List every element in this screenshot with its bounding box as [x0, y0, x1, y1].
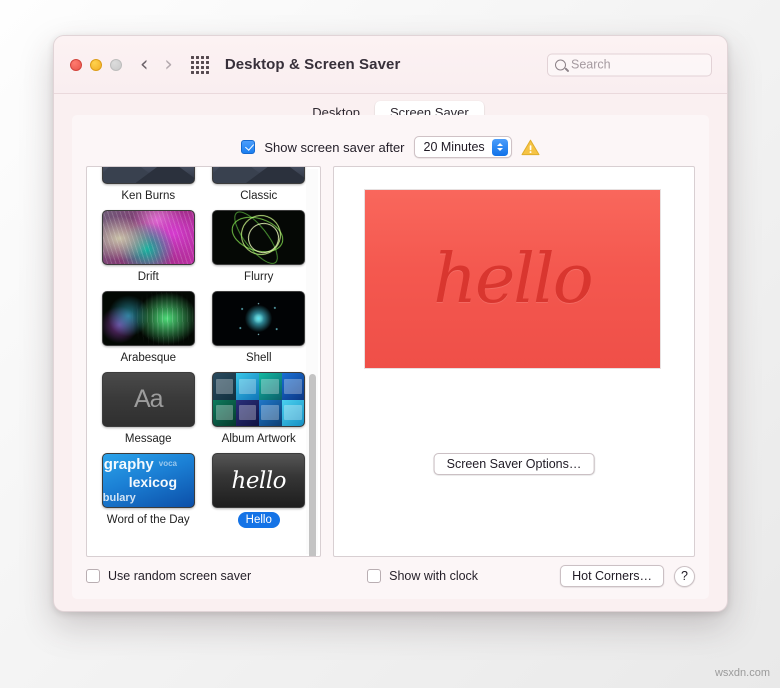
idle-time-value: 20 Minutes	[424, 140, 485, 154]
word-art-4: voca	[159, 459, 177, 468]
screensaver-preview: hello	[364, 189, 661, 369]
screensaver-label: Shell	[238, 350, 280, 366]
use-random-screen-saver-row[interactable]: Use random screen saver	[86, 569, 251, 583]
screensaver-label: Arabesque	[112, 350, 184, 366]
word-art-3: bulary	[103, 492, 136, 504]
screensaver-thumbnail[interactable]	[212, 372, 305, 427]
search-field[interactable]: Search	[547, 53, 712, 76]
screensaver-label: Classic	[232, 188, 285, 204]
close-button[interactable]	[70, 59, 82, 71]
screensaver-grid: Ken Burns Classic Drift	[87, 166, 320, 534]
zoom-button[interactable]	[110, 59, 122, 71]
list-item[interactable]: Drift	[97, 210, 200, 285]
list-scrollbar[interactable]	[306, 169, 318, 554]
main-area: Ken Burns Classic Drift	[86, 166, 695, 557]
footer-buttons: Hot Corners… ?	[560, 565, 695, 587]
screen-saver-options-button[interactable]: Screen Saver Options…	[434, 453, 595, 475]
traffic-lights	[70, 59, 122, 71]
hot-corners-button[interactable]: Hot Corners…	[560, 565, 664, 587]
screensaver-label: Word of the Day	[99, 512, 198, 528]
show-screen-saver-row: Show screen saver after 20 Minutes	[72, 115, 709, 164]
window-titlebar: ‹ › Desktop & Screen Saver Search	[54, 36, 727, 94]
list-item[interactable]: Flurry	[208, 210, 311, 285]
word-art-2: lexicog	[129, 474, 177, 490]
preview-text: hello	[433, 240, 591, 319]
message-art-text: Aa	[134, 385, 163, 414]
screensaver-thumbnail[interactable]	[102, 166, 195, 184]
list-item[interactable]: Ken Burns	[97, 166, 200, 204]
screensaver-thumbnail[interactable]	[212, 291, 305, 346]
search-icon	[555, 59, 566, 70]
screensaver-thumbnail[interactable]: graphy lexicog bulary voca	[102, 453, 195, 508]
list-item[interactable]: graphy lexicog bulary voca Word of the D…	[97, 453, 200, 528]
content-panel: Show screen saver after 20 Minutes	[72, 115, 709, 599]
list-item[interactable]: Shell	[208, 291, 311, 366]
screensaver-thumbnail[interactable]	[212, 210, 305, 265]
minimize-button[interactable]	[90, 59, 102, 71]
screensaver-thumbnail[interactable]	[102, 291, 195, 346]
chevron-right-icon[interactable]: ›	[164, 54, 172, 75]
list-item[interactable]: Aa Message	[97, 372, 200, 447]
show-screen-saver-label: Show screen saver after	[264, 140, 404, 155]
footer-bar: Use random screen saver Show with clock …	[86, 559, 695, 593]
screensaver-label-selected: Hello	[238, 512, 280, 528]
stepper-updown-icon[interactable]	[492, 139, 508, 156]
hello-art-text: hello	[232, 468, 286, 494]
grid-apps-icon[interactable]	[191, 56, 209, 74]
list-item[interactable]: hello Hello	[208, 453, 311, 528]
list-item[interactable]: Arabesque	[97, 291, 200, 366]
watermark: wsxdn.com	[715, 667, 770, 679]
preferences-window: ‹ › Desktop & Screen Saver Search Deskto…	[53, 35, 728, 612]
show-with-clock-row[interactable]: Show with clock	[367, 569, 478, 583]
screensaver-label: Drift	[130, 269, 167, 285]
screensaver-thumbnail[interactable]	[102, 210, 195, 265]
list-item[interactable]: Album Artwork	[208, 372, 311, 447]
warning-triangle-icon	[521, 139, 540, 156]
show-screen-saver-checkbox[interactable]	[241, 140, 255, 154]
screensaver-label: Flurry	[236, 269, 281, 285]
word-art-1: graphy	[104, 456, 154, 473]
screensaver-label: Album Artwork	[214, 431, 304, 447]
use-random-screen-saver-checkbox[interactable]	[86, 569, 100, 583]
show-with-clock-label: Show with clock	[389, 569, 478, 583]
screensaver-list[interactable]: Ken Burns Classic Drift	[86, 166, 321, 557]
screensaver-thumbnail[interactable]: Aa	[102, 372, 195, 427]
idle-time-dropdown[interactable]: 20 Minutes	[414, 136, 512, 158]
screensaver-thumbnail[interactable]: hello	[212, 453, 305, 508]
show-with-clock-checkbox[interactable]	[367, 569, 381, 583]
screensaver-thumbnail[interactable]	[212, 166, 305, 184]
preview-pane: hello Screen Saver Options…	[333, 166, 695, 557]
screensaver-label: Message	[117, 431, 180, 447]
page-title: Desktop & Screen Saver	[225, 56, 401, 73]
help-button[interactable]: ?	[674, 566, 695, 587]
chevron-left-icon[interactable]: ‹	[140, 54, 148, 75]
screensaver-label: Ken Burns	[113, 188, 183, 204]
navigation-buttons: ‹ ›	[140, 54, 173, 75]
search-placeholder: Search	[571, 58, 611, 72]
scrollbar-thumb[interactable]	[309, 374, 316, 557]
list-item[interactable]: Classic	[208, 166, 311, 204]
use-random-screen-saver-label: Use random screen saver	[108, 569, 251, 583]
